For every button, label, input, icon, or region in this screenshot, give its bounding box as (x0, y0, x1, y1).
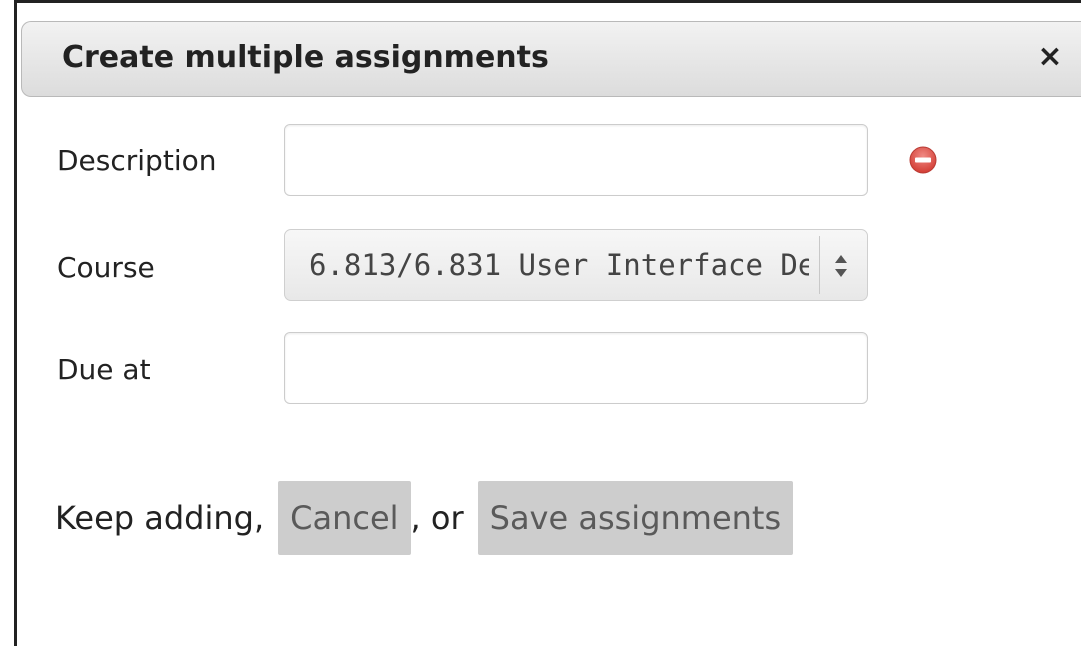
due-at-label: Due at (57, 353, 151, 386)
description-input[interactable] (284, 124, 868, 196)
select-divider (819, 236, 820, 294)
select-arrows-icon (835, 255, 847, 277)
cancel-button[interactable]: Cancel (278, 481, 411, 555)
due-at-input[interactable] (284, 332, 868, 404)
course-select-value: 6.813/6.831 User Interface Design (309, 248, 809, 282)
create-assignments-dialog: Create multiple assignments × Descriptio… (14, 0, 1081, 646)
dialog-title: Create multiple assignments (62, 40, 549, 75)
course-select[interactable]: 6.813/6.831 User Interface Design (284, 229, 868, 301)
remove-circle-icon[interactable] (908, 145, 938, 175)
close-icon[interactable]: × (1034, 37, 1066, 77)
save-assignments-button[interactable]: Save assignments (477, 481, 794, 555)
footer-actions: Keep adding, Cancel , or Save assignment… (55, 480, 794, 556)
dialog-titlebar: Create multiple assignments × (21, 21, 1081, 97)
or-text: , or (410, 499, 464, 537)
keep-adding-text: Keep adding, (55, 499, 265, 537)
description-label: Description (57, 144, 217, 177)
course-label: Course (57, 251, 155, 284)
